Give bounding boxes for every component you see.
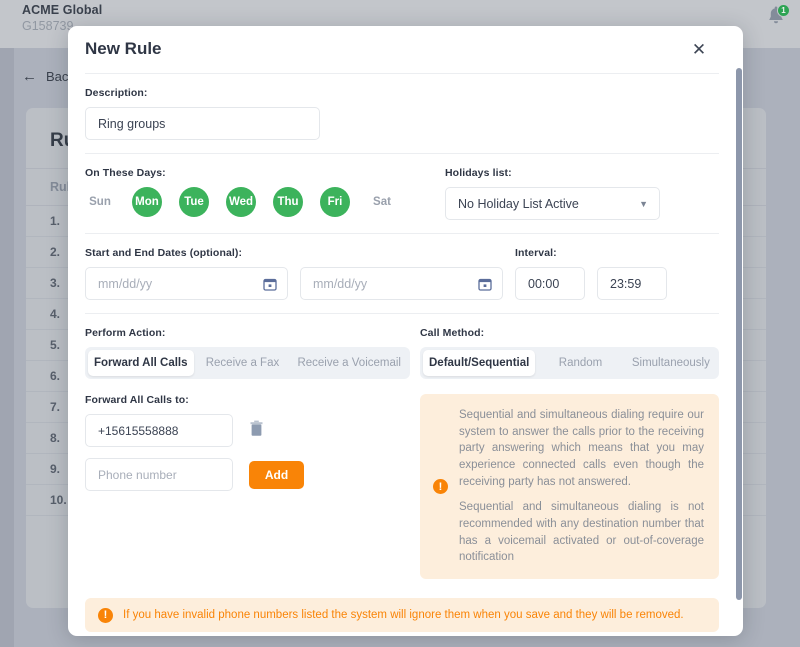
start-date-placeholder: mm/dd/yy: [98, 276, 153, 291]
call-method-tab-default-sequential[interactable]: Default/Sequential: [423, 350, 536, 376]
description-input[interactable]: Ring groups: [85, 107, 320, 140]
add-number-button[interactable]: Add: [249, 460, 304, 489]
dates-interval-section: Start and End Dates (optional): mm/dd/yy…: [68, 234, 736, 313]
close-icon[interactable]: ✕: [689, 40, 709, 60]
perform-action-tab-receive-a-fax[interactable]: Receive a Fax: [194, 350, 292, 376]
end-date-placeholder: mm/dd/yy: [313, 276, 368, 291]
day-toggle-sat[interactable]: Sat: [367, 187, 397, 217]
note-paragraph: Sequential and simultaneous dialing is n…: [459, 501, 704, 564]
invalid-numbers-warning: ! If you have invalid phone numbers list…: [85, 598, 719, 633]
add-number-row: Phone number Add: [85, 458, 410, 491]
call-method-tabs: Default/Sequential Random Simultaneously: [420, 347, 719, 379]
days-holidays-section: On These Days: Sun Mon Tue Wed Thu Fri Sat Hol…: [68, 154, 736, 233]
call-method-note: ! Sequential and simultaneous dialing re…: [420, 394, 719, 580]
day-toggle-mon[interactable]: Mon: [132, 187, 162, 217]
day-toggle-sun[interactable]: Sun: [85, 187, 115, 217]
start-date-input[interactable]: mm/dd/yy: [85, 267, 288, 300]
call-method-tab-random[interactable]: Random: [535, 350, 625, 376]
forward-number-input[interactable]: +15615558888: [85, 414, 233, 447]
holidays-select[interactable]: No Holiday List Active ▼: [445, 187, 660, 220]
days-label: On These Days:: [85, 167, 166, 179]
holidays-selected-value: No Holiday List Active: [458, 196, 579, 211]
end-date-input[interactable]: mm/dd/yy: [300, 267, 503, 300]
calendar-icon: [478, 277, 492, 294]
call-method-label: Call Method:: [420, 327, 485, 339]
warning-icon: !: [98, 607, 113, 623]
chevron-down-icon: ▼: [639, 198, 648, 209]
perform-action-tab-forward-all-calls[interactable]: Forward All Calls: [88, 350, 194, 376]
note-paragraph: Sequential and simultaneous dialing requ…: [459, 409, 704, 488]
forward-note-section: Forward All Calls to: +15615558888 Phone…: [68, 385, 736, 592]
call-method-tab-simultaneously[interactable]: Simultaneously: [626, 350, 716, 376]
interval-from-input[interactable]: 00:00: [515, 267, 585, 300]
interval-to-input[interactable]: 23:59: [597, 267, 667, 300]
perform-action-tab-receive-a-voicemail[interactable]: Receive a Voicemail: [291, 350, 407, 376]
warning-icon: !: [433, 479, 448, 495]
invalid-numbers-warning-text: If you have invalid phone numbers listed…: [123, 609, 684, 622]
action-method-section: Perform Action: Forward All Calls Receive…: [68, 314, 736, 385]
trash-icon[interactable]: [249, 420, 264, 442]
dialog-title: New Rule: [85, 39, 162, 58]
modal-scrollbar[interactable]: [736, 68, 742, 600]
perform-action-label: Perform Action:: [85, 327, 166, 339]
perform-action-tabs: Forward All Calls Receive a Fax Receive a …: [85, 347, 410, 379]
dialog-header: New Rule ✕: [68, 26, 736, 73]
call-method-note-text: Sequential and simultaneous dialing requ…: [459, 407, 704, 566]
forward-number-row: +15615558888: [85, 414, 410, 447]
holidays-label: Holidays list:: [445, 167, 512, 179]
new-rule-dialog: New Rule ✕ Description: Ring groups On T…: [68, 26, 743, 636]
dates-label: Start and End Dates (optional):: [85, 247, 243, 259]
day-toggle-fri[interactable]: Fri: [320, 187, 350, 217]
day-toggle-thu[interactable]: Thu: [273, 187, 303, 217]
calendar-icon: [263, 277, 277, 294]
new-phone-input[interactable]: Phone number: [85, 458, 233, 491]
invalid-warning-section: ! If you have invalid phone numbers list…: [68, 592, 736, 636]
day-toggle-tue[interactable]: Tue: [179, 187, 209, 217]
days-selector: Sun Mon Tue Wed Thu Fri Sat: [85, 187, 435, 217]
description-label: Description:: [85, 87, 148, 99]
forward-to-label: Forward All Calls to:: [85, 394, 189, 406]
day-toggle-wed[interactable]: Wed: [226, 187, 256, 217]
interval-label: Interval:: [515, 247, 557, 259]
description-section: Description: Ring groups: [68, 74, 736, 153]
